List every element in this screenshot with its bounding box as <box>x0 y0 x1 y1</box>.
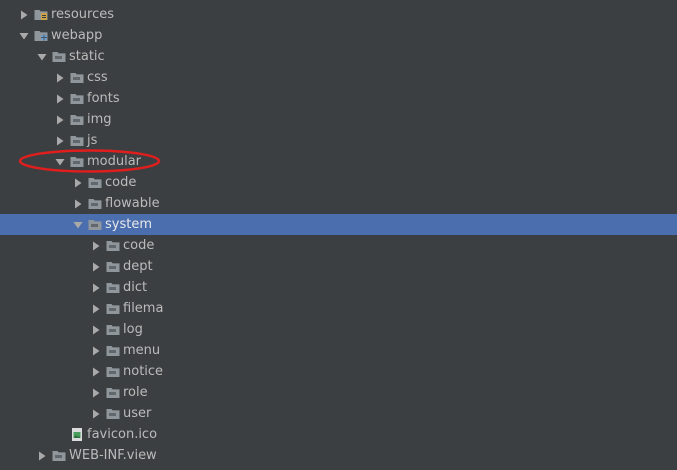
collapsed-arrow-icon[interactable] <box>54 88 66 109</box>
expanded-arrow-icon[interactable] <box>72 214 84 235</box>
folder-icon <box>105 343 121 358</box>
collapsed-arrow-icon[interactable] <box>90 235 102 256</box>
folder-icon <box>105 259 121 274</box>
folder-icon <box>69 133 85 148</box>
folder-icon <box>51 448 67 463</box>
folder-icon <box>69 112 85 127</box>
tree-node-label: fonts <box>87 91 120 106</box>
project-tree[interactable]: resources webapp static css fonts img js modula… <box>0 0 677 470</box>
tree-node[interactable]: favicon.ico <box>0 424 677 445</box>
folder-icon <box>105 301 121 316</box>
folder-icon <box>51 49 67 64</box>
tree-node-label: menu <box>123 343 161 358</box>
collapsed-arrow-icon[interactable] <box>90 403 102 424</box>
folder-icon <box>105 364 121 379</box>
expanded-arrow-icon[interactable] <box>54 151 66 172</box>
collapsed-arrow-icon[interactable] <box>90 298 102 319</box>
tree-node[interactable]: WEB-INF.view <box>0 445 677 466</box>
tree-node-label: system <box>105 217 152 232</box>
tree-node[interactable]: role <box>0 382 677 403</box>
tree-node-label: log <box>123 322 143 337</box>
resources-folder-icon <box>33 7 49 22</box>
collapsed-arrow-icon[interactable] <box>54 67 66 88</box>
collapsed-arrow-icon[interactable] <box>36 445 48 466</box>
folder-icon <box>69 91 85 106</box>
tree-node-label: code <box>105 175 137 190</box>
tree-node[interactable]: notice <box>0 361 677 382</box>
collapsed-arrow-icon[interactable] <box>72 193 84 214</box>
tree-node-label: role <box>123 385 148 400</box>
collapsed-arrow-icon[interactable] <box>90 319 102 340</box>
tree-node-label: code <box>123 238 155 253</box>
collapsed-arrow-icon[interactable] <box>72 172 84 193</box>
collapsed-arrow-icon[interactable] <box>54 130 66 151</box>
tree-node[interactable]: dict <box>0 277 677 298</box>
image-file-icon <box>69 427 85 442</box>
tree-node[interactable]: code <box>0 235 677 256</box>
tree-node-label: webapp <box>51 28 103 43</box>
tree-node[interactable]: flowable <box>0 193 677 214</box>
collapsed-arrow-icon[interactable] <box>18 4 30 25</box>
tree-node[interactable]: fonts <box>0 88 677 109</box>
collapsed-arrow-icon[interactable] <box>90 277 102 298</box>
folder-icon <box>105 238 121 253</box>
tree-node-label: resources <box>51 7 115 22</box>
expanded-arrow-icon[interactable] <box>18 25 30 46</box>
folder-icon <box>105 406 121 421</box>
tree-node-label: user <box>123 406 152 421</box>
tree-node[interactable]: user <box>0 403 677 424</box>
tree-node[interactable]: filema <box>0 298 677 319</box>
tree-node[interactable]: dept <box>0 256 677 277</box>
folder-icon <box>87 196 103 211</box>
expanded-arrow-icon[interactable] <box>36 46 48 67</box>
tree-node[interactable]: resources <box>0 4 677 25</box>
tree-node-label: static <box>69 49 105 64</box>
folder-icon <box>69 154 85 169</box>
collapsed-arrow-icon[interactable] <box>90 361 102 382</box>
collapsed-arrow-icon[interactable] <box>54 109 66 130</box>
collapsed-arrow-icon[interactable] <box>90 340 102 361</box>
folder-icon <box>69 70 85 85</box>
tree-node-label: dept <box>123 259 153 274</box>
tree-node[interactable]: log <box>0 319 677 340</box>
tree-node-label: css <box>87 70 108 85</box>
folder-icon <box>87 217 103 232</box>
folder-icon <box>105 280 121 295</box>
collapsed-arrow-icon[interactable] <box>90 382 102 403</box>
tree-node[interactable]: js <box>0 130 677 151</box>
tree-node[interactable]: img <box>0 109 677 130</box>
tree-node-label: filema <box>123 301 164 316</box>
folder-icon <box>87 175 103 190</box>
tree-node-label: img <box>87 112 112 127</box>
tree-node[interactable]: modular <box>0 151 677 172</box>
tree-node-label: notice <box>123 364 164 379</box>
tree-node[interactable]: menu <box>0 340 677 361</box>
tree-node[interactable]: webapp <box>0 25 677 46</box>
tree-node[interactable]: static <box>0 46 677 67</box>
tree-node-label: flowable <box>105 196 160 211</box>
folder-icon <box>105 385 121 400</box>
tree-node[interactable]: system <box>0 214 677 235</box>
tree-node[interactable]: code <box>0 172 677 193</box>
tree-node-label: dict <box>123 280 148 295</box>
tree-node-label: favicon.ico <box>87 427 158 442</box>
folder-icon <box>105 322 121 337</box>
web-folder-icon <box>33 28 49 43</box>
tree-node-label: js <box>87 133 98 148</box>
tree-node-label: WEB-INF.view <box>69 448 157 463</box>
collapsed-arrow-icon[interactable] <box>90 256 102 277</box>
tree-node[interactable]: css <box>0 67 677 88</box>
tree-node-label: modular <box>87 154 142 169</box>
